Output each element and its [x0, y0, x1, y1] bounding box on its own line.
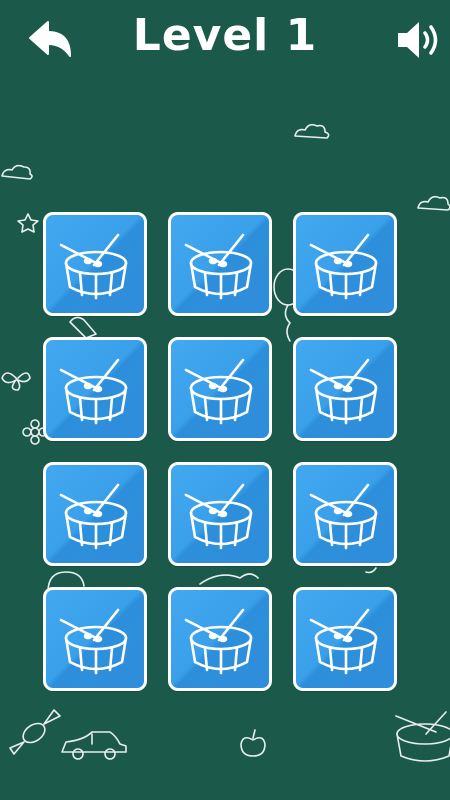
memory-card[interactable]: [293, 587, 397, 691]
drum-icon: [395, 711, 450, 762]
top-bar: Level 1: [0, 0, 450, 80]
memory-card[interactable]: [43, 587, 147, 691]
card-grid: [43, 212, 401, 694]
drum-icon: [59, 608, 128, 675]
memory-card[interactable]: [43, 337, 147, 441]
drum-icon: [309, 358, 378, 425]
level-title: Level 1: [132, 10, 318, 61]
drum-icon: [59, 358, 128, 425]
apple-icon: [240, 729, 266, 757]
drum-icon: [309, 608, 378, 675]
cloud-icon: [417, 195, 450, 211]
star-icon: [17, 213, 39, 233]
drum-icon: [59, 483, 128, 550]
memory-card[interactable]: [168, 337, 272, 441]
memory-card[interactable]: [168, 462, 272, 566]
memory-card[interactable]: [168, 587, 272, 691]
drum-icon: [184, 233, 253, 300]
candy-icon: [9, 709, 61, 755]
memory-card[interactable]: [43, 212, 147, 316]
memory-card[interactable]: [293, 337, 397, 441]
butterfly-icon: [1, 372, 31, 391]
speaker-icon: [398, 22, 438, 58]
drum-icon: [309, 483, 378, 550]
cloud-icon: [294, 123, 330, 139]
memory-card[interactable]: [293, 462, 397, 566]
memory-card[interactable]: [293, 212, 397, 316]
memory-card[interactable]: [43, 462, 147, 566]
drum-icon: [59, 233, 128, 300]
drum-icon: [184, 358, 253, 425]
cloud-icon: [1, 164, 33, 180]
car-icon: [61, 731, 127, 760]
memory-card[interactable]: [168, 212, 272, 316]
sound-toggle-button[interactable]: [394, 16, 442, 64]
drum-icon: [184, 608, 253, 675]
drum-icon: [184, 483, 253, 550]
drum-icon: [309, 233, 378, 300]
